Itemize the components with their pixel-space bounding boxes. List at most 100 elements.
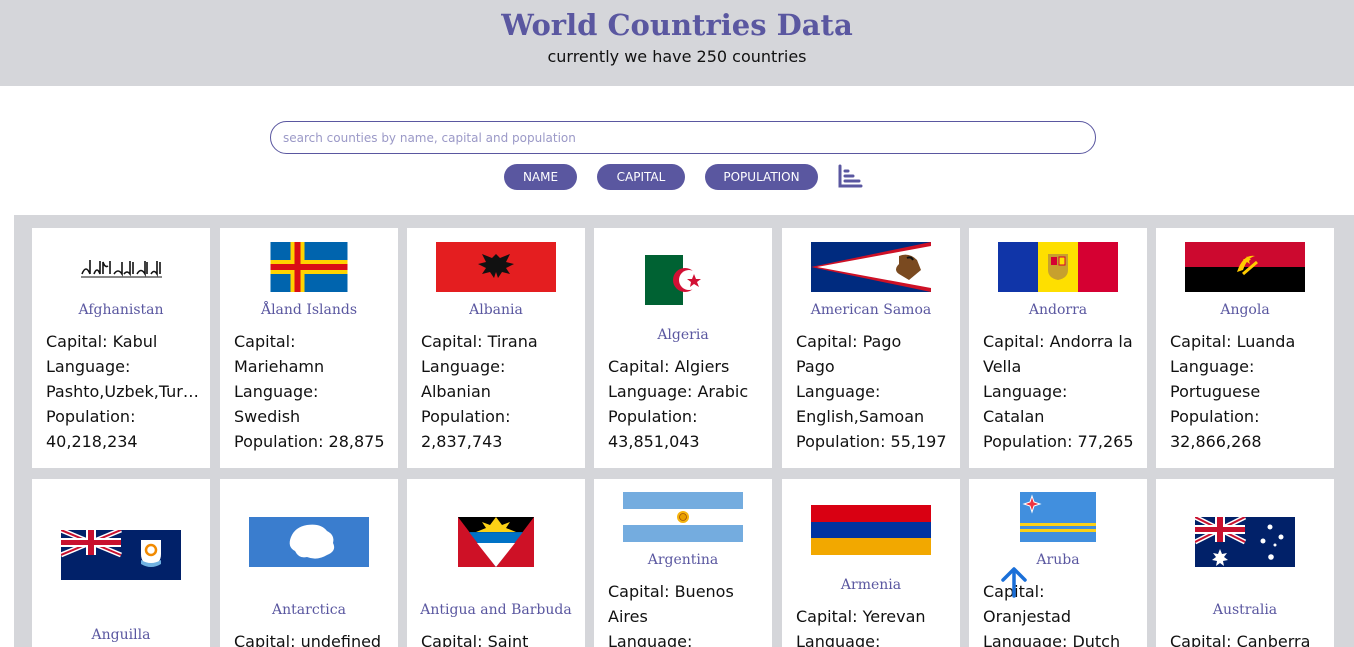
population-label: Population: (608, 407, 698, 426)
andorra-flag (998, 242, 1118, 292)
algeria-flag (645, 255, 721, 305)
sort-bars-icon[interactable] (837, 164, 863, 190)
country-name: Anguilla (91, 627, 151, 643)
language-value: Albanian (421, 382, 491, 401)
country-info: Capital: Buenos Aires Language: (608, 579, 762, 647)
country-info: Capital: Pago Pago Language: English,Sam… (796, 329, 950, 454)
country-card-armenia: Armenia Capital: Yerevan Language: (782, 479, 960, 647)
armenia-flag (811, 505, 931, 555)
country-name: Andorra (1028, 302, 1088, 318)
country-card-antarctica: Antarctica Capital: undefined (220, 479, 398, 647)
afghanistan-flag (76, 252, 166, 282)
country-card-australia: Australia Capital: Canberra (1156, 479, 1334, 647)
language-label: Language: (983, 382, 1068, 401)
australia-flag (1195, 517, 1295, 567)
anguilla-flag (61, 530, 181, 580)
country-name: Aruba (1036, 552, 1080, 568)
page-header: World Countries Data currently we have 2… (0, 0, 1354, 86)
country-info: Capital: Saint (421, 629, 575, 647)
capital-value: Mariehamn (234, 357, 325, 376)
language-value: Portuguese (1170, 382, 1261, 401)
language-text: Language: Dutch (983, 632, 1121, 647)
country-name: Antarctica (272, 602, 346, 618)
country-info: Capital: Mariehamn Language: Swedish Pop… (234, 329, 388, 454)
country-info: Capital: undefined (234, 629, 388, 647)
language-label: Language: (1170, 357, 1255, 376)
aland-islands-flag (270, 242, 348, 292)
country-card-antigua-and-barbuda: Antigua and Barbuda Capital: Saint (407, 479, 585, 647)
arrow-up-icon[interactable] (1001, 566, 1027, 598)
argentina-flag (623, 492, 743, 542)
country-name: Argentina (647, 552, 719, 568)
capital-label: Capital: Buenos (608, 582, 734, 601)
capital-value: Oranjestad (983, 607, 1071, 626)
language-label: Language: (796, 382, 881, 401)
language-value: Swedish (234, 407, 301, 426)
antigua-and-barbuda-flag (458, 517, 534, 567)
angola-flag (1185, 242, 1305, 292)
language-label: Language: (421, 357, 506, 376)
capital-value: Vella (983, 357, 1022, 376)
country-info: Capital: Tirana Language: Albanian Popul… (421, 329, 575, 454)
capital-text: Capital: Algiers (608, 357, 730, 376)
country-info: Capital: Yerevan Language: (796, 604, 950, 647)
country-name: Algeria (657, 327, 709, 343)
capital-value: Pago (796, 357, 835, 376)
population-label: Population: (46, 407, 136, 426)
population-label: Population: (1170, 407, 1260, 426)
population-text: Population: 55,197 (796, 432, 947, 451)
albania-flag (436, 242, 556, 292)
language-value: Pashto,Uzbek,Tur… (46, 382, 199, 401)
country-name: Australia (1212, 602, 1278, 618)
capital-text: Capital: undefined (234, 632, 382, 647)
population-value: 2,837,743 (421, 432, 503, 451)
country-name: Albania (469, 302, 523, 318)
language-label: Language: (608, 632, 693, 647)
country-card-algeria: Algeria Capital: Algiers Language: Arabi… (594, 228, 772, 468)
country-card-american-samoa: American Samoa Capital: Pago Pago Langua… (782, 228, 960, 468)
population-text: Population: 77,265 (983, 432, 1134, 451)
language-value: English,Samoan (796, 407, 925, 426)
country-name: Åland Islands (260, 302, 358, 318)
country-card-andorra: Andorra Capital: Andorra la Vella Langua… (969, 228, 1147, 468)
country-card-aruba: Aruba Capital: Oranjestad Language: Dutc… (969, 479, 1147, 647)
country-card-albania: Albania Capital: Tirana Language: Albani… (407, 228, 585, 468)
country-name: Angola (1220, 302, 1270, 318)
country-card-anguilla: Anguilla (32, 479, 210, 647)
language-value: Catalan (983, 407, 1045, 426)
country-card-argentina: Argentina Capital: Buenos Aires Language… (594, 479, 772, 647)
country-info: Capital: Algiers Language: Arabic Popula… (608, 354, 762, 454)
country-card-afghanistan: Afghanistan Capital: Kabul Language: Pas… (32, 228, 210, 468)
sort-by-name-button[interactable]: NAME (504, 164, 577, 190)
capital-label: Capital: Pago (796, 332, 902, 351)
page-subtitle: currently we have 250 countries (547, 47, 807, 66)
country-card-aland-islands: Åland Islands Capital: Mariehamn Languag… (220, 228, 398, 468)
language-label: Language: (234, 382, 319, 401)
language-text: Language: Arabic (608, 382, 749, 401)
capital-text: Capital: Kabul (46, 332, 158, 351)
population-value: 43,851,043 (608, 432, 700, 451)
population-text: Population: 28,875 (234, 432, 385, 451)
capital-text: Capital: Tirana (421, 332, 538, 351)
country-info: Capital: Luanda Language: Portuguese Pop… (1170, 329, 1324, 454)
page-title: World Countries Data (501, 8, 853, 42)
population-label: Population: (421, 407, 511, 426)
capital-label: Capital: Andorra la (983, 332, 1133, 351)
language-label: Language: (796, 632, 881, 647)
capital-text: Capital: Yerevan (796, 607, 926, 626)
country-name: Afghanistan (78, 302, 164, 318)
capital-label: Capital: (234, 332, 296, 351)
population-value: 40,218,234 (46, 432, 138, 451)
country-name: Antigua and Barbuda (420, 602, 572, 618)
sort-by-population-button[interactable]: POPULATION (705, 164, 818, 190)
country-name: American Samoa (810, 302, 932, 318)
country-info: Capital: Kabul Language: Pashto,Uzbek,Tu… (46, 329, 200, 454)
capital-text: Capital: Canberra (1170, 632, 1311, 647)
antarctica-flag (249, 517, 369, 567)
search-input[interactable] (270, 121, 1096, 154)
language-label: Language: (46, 357, 131, 376)
capital-value: Aires (608, 607, 648, 626)
capital-text: Capital: Saint (421, 632, 529, 647)
sort-by-capital-button[interactable]: CAPITAL (597, 164, 685, 190)
capital-text: Capital: Luanda (1170, 332, 1296, 351)
